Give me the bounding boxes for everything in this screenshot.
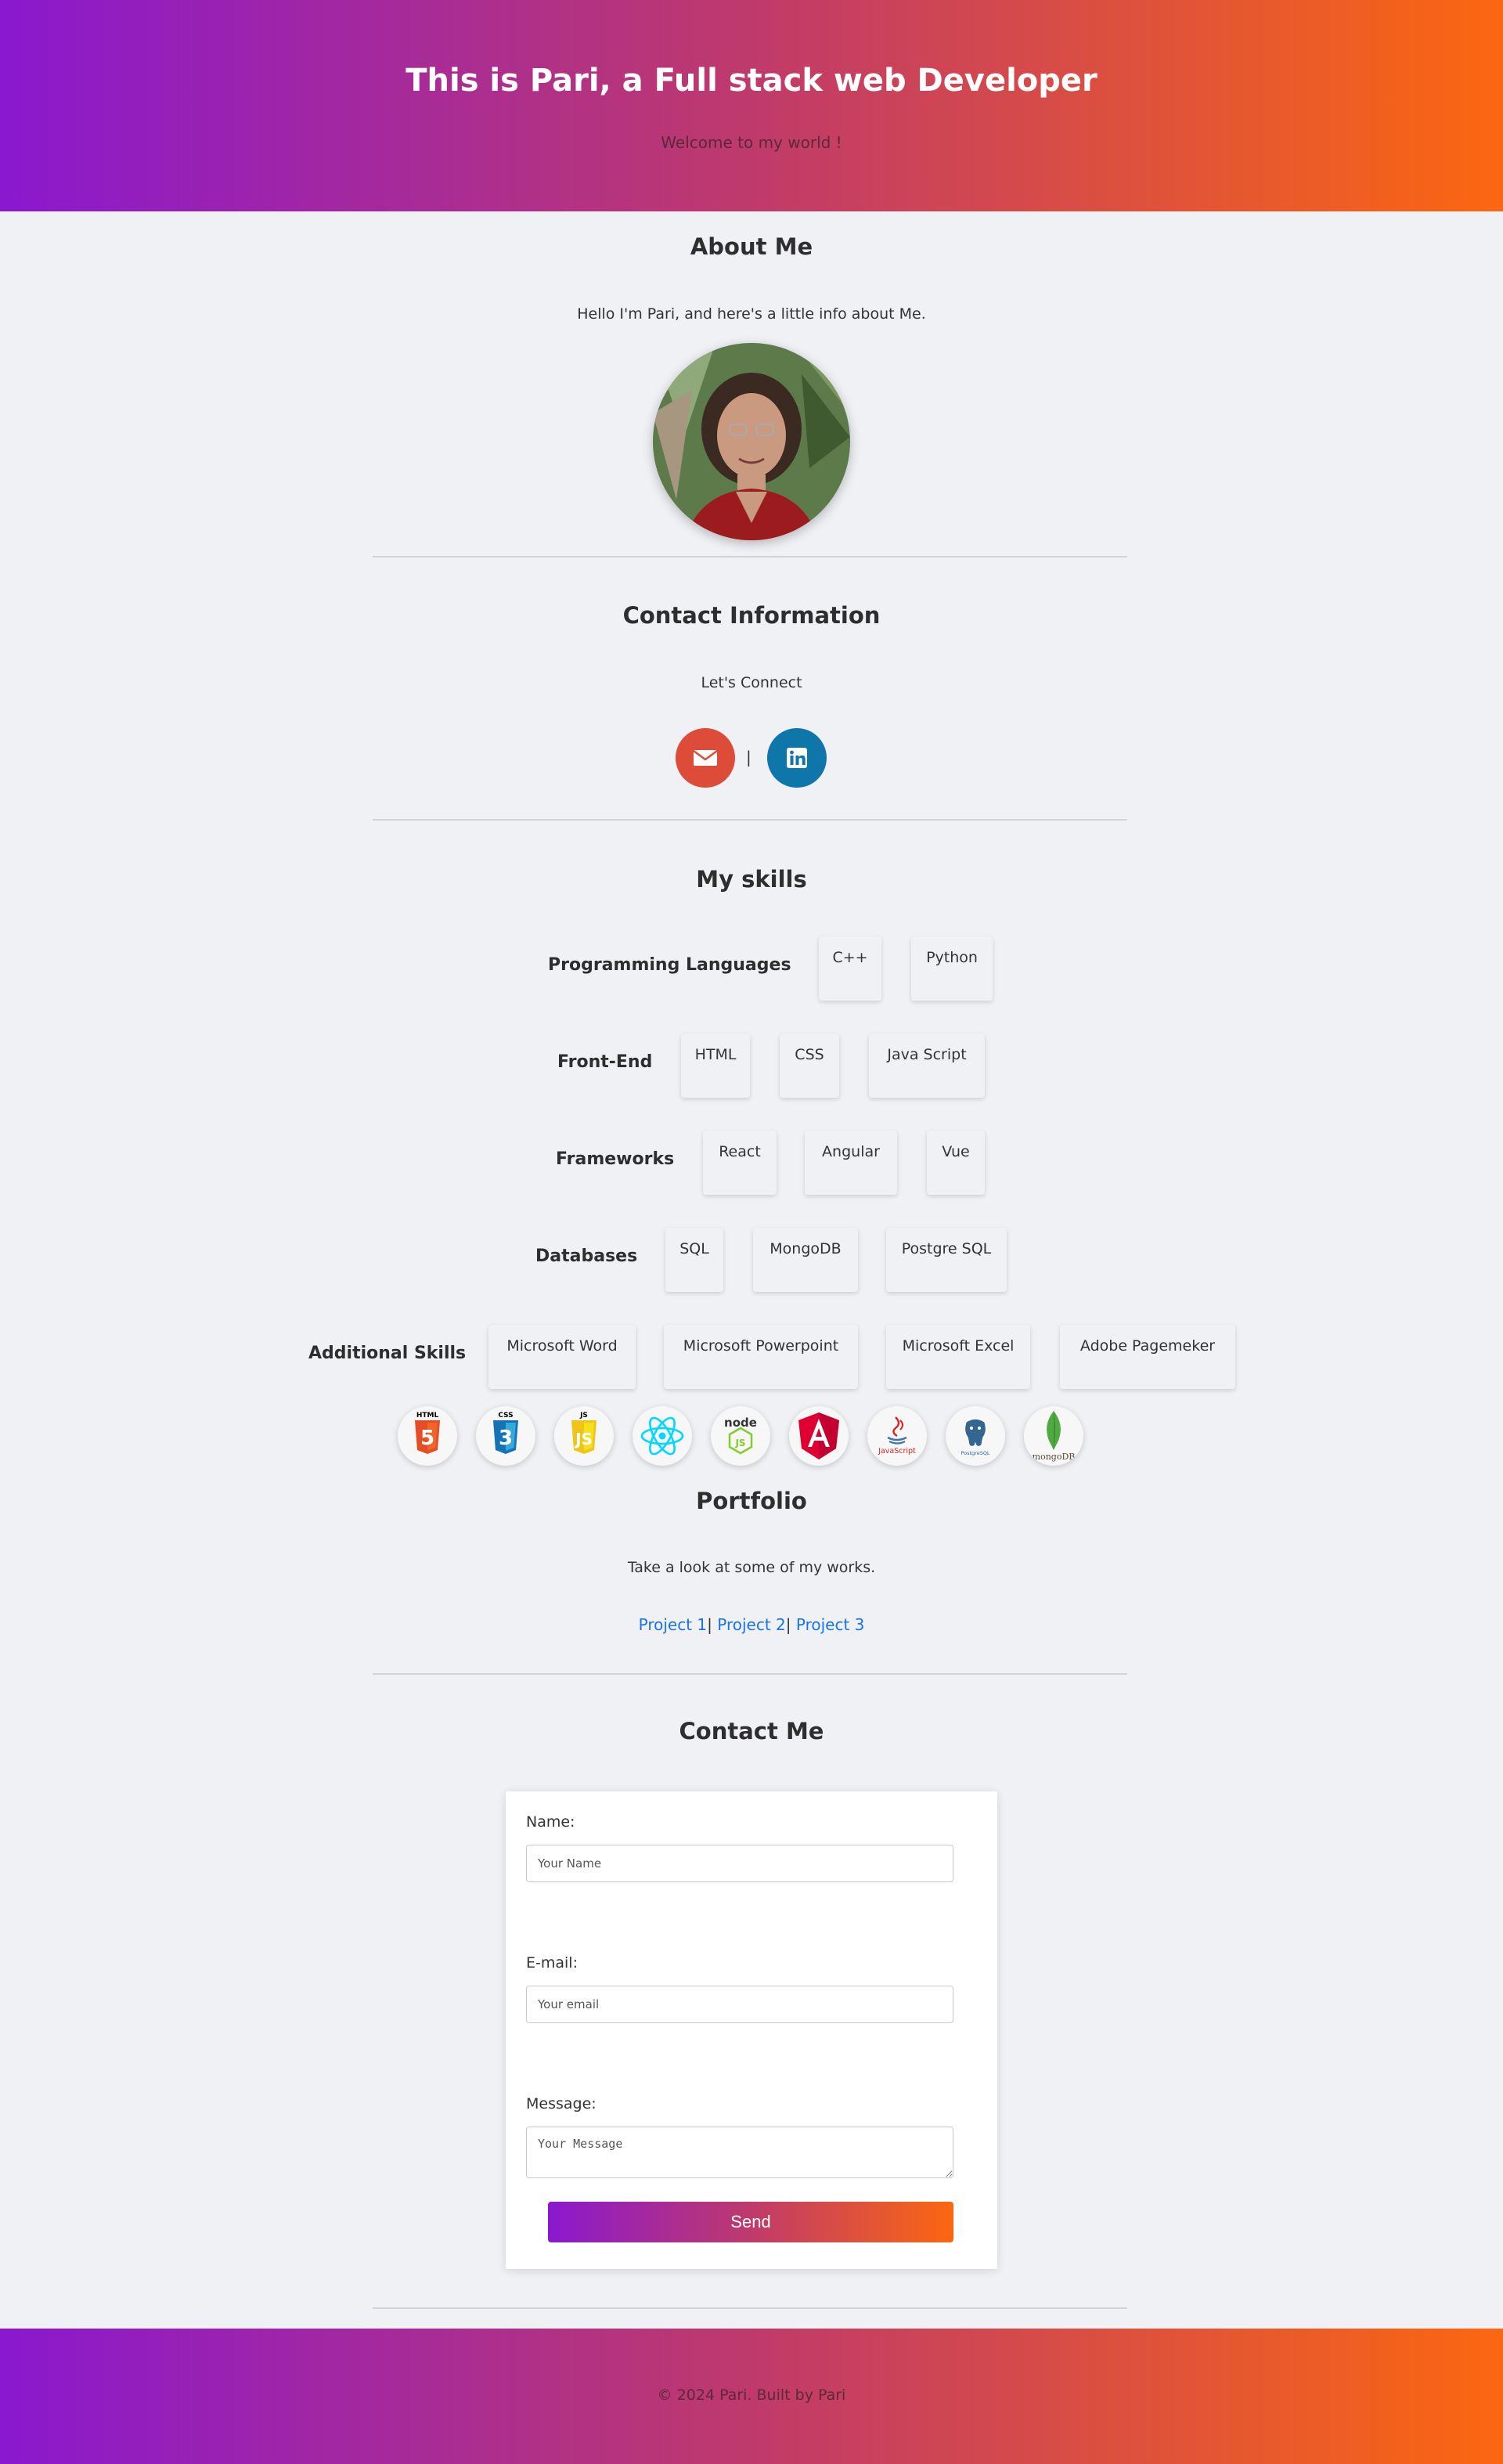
linkedin-link[interactable] <box>767 728 827 788</box>
page-title: This is Pari, a Full stack web Developer <box>405 63 1098 99</box>
react-icon <box>633 1406 692 1466</box>
message-field[interactable] <box>526 2127 953 2178</box>
section-divider <box>373 2307 1127 2309</box>
site-header: This is Pari, a Full stack web Developer… <box>0 0 1503 211</box>
skill-group-label: Additional Skills <box>308 1344 467 1363</box>
skill-chip: SQL <box>665 1228 723 1292</box>
skill-group-label: Frameworks <box>556 1149 675 1169</box>
skill-group-databases: Databases SQL MongoDB Postgre SQL <box>0 1228 1503 1298</box>
postgresql-icon: PostgreSQL <box>946 1406 1005 1466</box>
skill-chip: Microsoft Word <box>488 1325 636 1389</box>
svg-text:3: 3 <box>499 1427 513 1450</box>
message-label: Message: <box>526 2095 597 2112</box>
svg-text:HTML: HTML <box>416 1412 439 1420</box>
skill-chip: CSS <box>780 1034 839 1098</box>
portfolio-title: Portfolio <box>696 1488 807 1514</box>
skill-chip: Postgre SQL <box>886 1228 1007 1292</box>
svg-text:PostgreSQL: PostgreSQL <box>961 1450 989 1456</box>
mongodb-icon: mongoDB <box>1024 1406 1083 1466</box>
svg-text:mongoDB: mongoDB <box>1033 1452 1076 1462</box>
skill-chip: Vue <box>927 1131 985 1195</box>
site-footer: © 2024 Pari. Built by Pari <box>0 2329 1503 2464</box>
svg-text:5: 5 <box>420 1427 434 1450</box>
envelope-icon <box>693 749 718 766</box>
contact-info-subtitle: Let's Connect <box>701 674 802 691</box>
project-separator: | <box>707 1615 712 1634</box>
section-divider <box>373 556 1127 557</box>
send-button[interactable]: Send <box>548 2202 953 2242</box>
skill-group-label: Databases <box>535 1246 638 1266</box>
skill-chip: Adobe Pagemeker <box>1060 1325 1235 1389</box>
contact-form: Name: E-mail: Message: Send <box>506 1791 997 2269</box>
skill-chip: C++ <box>819 936 881 1001</box>
skill-chip: Microsoft Excel <box>886 1325 1030 1389</box>
about-title: About Me <box>690 233 813 260</box>
css3-icon: CSS 3 <box>476 1406 535 1466</box>
skill-group-label: Programming Languages <box>548 955 791 975</box>
project-links: Project 1| Project 2| Project 3 <box>0 1615 1503 1634</box>
skill-group-label: Front-End <box>557 1052 653 1072</box>
contact-info-title: Contact Information <box>622 602 881 629</box>
contact-form-title: Contact Me <box>679 1718 824 1744</box>
profile-photo <box>653 343 850 540</box>
svg-text:JS: JS <box>734 1438 745 1448</box>
svg-text:JS: JS <box>574 1430 593 1448</box>
footer-copyright: © 2024 Pari. Built by Pari <box>657 2386 846 2404</box>
nodejs-icon: node JS <box>711 1406 770 1466</box>
skill-group-additional: Additional Skills Microsoft Word Microso… <box>0 1325 1503 1395</box>
skill-chip: MongoDB <box>753 1228 858 1292</box>
project-link-1[interactable]: Project 1 <box>639 1615 708 1634</box>
header-tagline: Welcome to my world ! <box>661 133 842 152</box>
html5-icon: HTML 5 <box>398 1406 457 1466</box>
skill-chip: React <box>703 1131 777 1195</box>
email-field[interactable] <box>526 1986 953 2023</box>
javascript-icon: JS JS <box>554 1406 614 1466</box>
project-link-3[interactable]: Project 3 <box>796 1615 865 1634</box>
skill-group-frameworks: Frameworks React Angular Vue <box>0 1131 1503 1201</box>
skill-chip: HTML <box>681 1034 750 1098</box>
portfolio-subtitle: Take a look at some of my works. <box>627 1559 876 1576</box>
email-label: E-mail: <box>526 1954 578 1972</box>
skill-group-programming: Programming Languages C++ Python <box>0 936 1503 1007</box>
name-label: Name: <box>526 1813 575 1831</box>
name-field[interactable] <box>526 1845 953 1882</box>
skill-chip: Java Script <box>869 1034 985 1098</box>
about-intro: Hello I'm Pari, and here's a little info… <box>577 305 926 323</box>
email-link[interactable] <box>676 728 735 788</box>
project-separator: | <box>785 1615 791 1634</box>
project-link-2[interactable]: Project 2 <box>717 1615 786 1634</box>
angular-icon <box>789 1406 849 1466</box>
svg-text:JavaScript: JavaScript <box>878 1447 916 1456</box>
section-divider <box>373 1673 1127 1675</box>
java-icon: JavaScript <box>867 1406 927 1466</box>
social-separator: | <box>746 748 752 767</box>
skills-title: My skills <box>696 866 807 893</box>
svg-text:CSS: CSS <box>498 1412 513 1420</box>
skill-chip: Microsoft Powerpoint <box>664 1325 858 1389</box>
svg-text:JS: JS <box>579 1412 588 1420</box>
linkedin-icon <box>787 748 807 768</box>
skill-chip: Angular <box>805 1131 897 1195</box>
section-divider <box>373 819 1127 821</box>
skill-chip: Python <box>911 936 993 1001</box>
skill-group-frontend: Front-End HTML CSS Java Script <box>0 1034 1503 1104</box>
